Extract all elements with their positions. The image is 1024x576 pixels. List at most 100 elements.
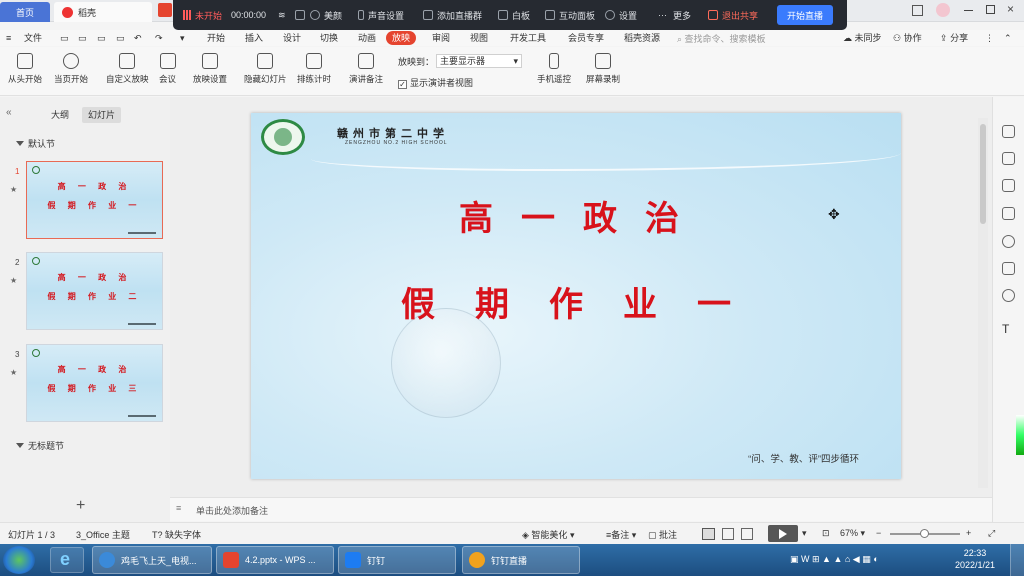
save-icon[interactable]: ▭ — [60, 30, 69, 46]
collapse-panel-icon[interactable]: « — [6, 107, 12, 118]
clock[interactable]: 22:33 2022/1/21 — [950, 547, 1000, 571]
location-icon[interactable] — [1002, 289, 1015, 302]
whiteboard-button[interactable]: 白板 — [498, 0, 530, 30]
add-group-button[interactable]: 添加直播群 — [423, 0, 482, 30]
reading-view-icon[interactable] — [741, 528, 753, 540]
zoom-slider[interactable] — [890, 529, 960, 538]
menu-item-daoke-resources[interactable]: 稻壳资源 — [624, 30, 660, 46]
play-slideshow-button[interactable] — [768, 525, 798, 542]
wps-document-tab-icon[interactable] — [158, 3, 172, 17]
missing-font-button[interactable]: T? 缺失字体 — [152, 528, 201, 541]
zoom-slider-knob[interactable] — [920, 529, 929, 538]
custom-show-button[interactable]: 自定义放映 — [106, 53, 149, 85]
settings-button[interactable]: 设置 — [605, 0, 637, 30]
from-current-button[interactable]: 当页开始 — [54, 53, 88, 85]
collab-button[interactable]: ⚇ 协作 — [893, 30, 922, 46]
more-button[interactable]: ··· 更多 — [658, 0, 691, 30]
meeting-button[interactable]: 会议 — [159, 53, 176, 85]
taskbar-app-wps[interactable]: 4.2.pptx - WPS ... — [216, 546, 334, 574]
normal-view-icon[interactable] — [702, 528, 715, 540]
add-slide-button[interactable]: + — [76, 497, 85, 515]
smart-beautify-button[interactable]: ◈ 智能美化 ▾ — [522, 528, 574, 541]
zoom-out-icon[interactable]: − — [876, 528, 881, 538]
beauty-button[interactable]: 美颜 — [310, 0, 342, 30]
rehearse-button[interactable]: 排练计时 — [297, 53, 331, 85]
camera-icon[interactable] — [295, 0, 309, 30]
phone-remote-button[interactable]: 手机遥控 — [537, 53, 571, 85]
slide-thumbnail-1[interactable]: 高 一 政 治 假 期 作 业 一 — [26, 161, 163, 239]
image-icon[interactable] — [1002, 262, 1015, 275]
rocket-icon[interactable] — [1002, 125, 1015, 138]
menu-item-devtools[interactable]: 开发工具 — [510, 30, 546, 46]
section-default[interactable]: 默认节 — [16, 137, 55, 150]
exit-share-button[interactable]: 退出共享 — [708, 0, 758, 30]
menu-item-review[interactable]: 审阅 — [432, 30, 450, 46]
menu-item-insert[interactable]: 插入 — [245, 30, 263, 46]
scrollbar-thumb[interactable] — [980, 124, 986, 224]
tab-daoke[interactable]: 稻壳 — [54, 2, 152, 22]
notes-area[interactable]: ≡ 单击此处添加备注 — [170, 497, 992, 521]
undo-icon[interactable]: ↶ — [134, 30, 142, 46]
taskbar-app-browser[interactable]: 鸡毛飞上天_电视... — [92, 546, 212, 574]
menu-item-member[interactable]: 会员专享 — [568, 30, 604, 46]
slide-subtitle[interactable]: 假期作业一 — [251, 277, 901, 326]
slide-footer-text[interactable]: “问、学、教、评”四步循环 — [748, 451, 859, 465]
system-tray[interactable]: ▣ W ⊞ ▲ ▲ ⌂ ◀ ▦ ◐ — [790, 554, 879, 565]
notes-toggle[interactable]: ≡备注 ▾ — [606, 528, 636, 541]
grid-view-icon[interactable] — [722, 528, 734, 540]
fit-window-icon[interactable]: ⊡ — [822, 528, 830, 539]
slide-thumbnail-3[interactable]: 高 一 政 治 假 期 作 业 三 — [26, 344, 163, 422]
slide-title[interactable]: 高一政治 — [251, 191, 901, 240]
menu-item-transition[interactable]: 切换 — [320, 30, 338, 46]
zoom-in-icon[interactable]: + — [966, 528, 971, 538]
preview-icon[interactable]: ▭ — [116, 30, 125, 46]
taskbar-app-dingtalk-live[interactable]: 钉钉直播 — [462, 546, 580, 574]
menu-item-home[interactable]: 开始 — [207, 30, 225, 46]
zoom-level[interactable]: 67% ▾ — [840, 528, 865, 539]
sync-status[interactable]: ☁ 未同步 — [843, 30, 882, 46]
export-icon[interactable]: ▭ — [78, 30, 87, 46]
minimize-icon[interactable] — [964, 10, 973, 11]
menu-file[interactable]: 文件 — [24, 30, 42, 46]
from-start-button[interactable]: 从头开始 — [8, 53, 42, 85]
start-button[interactable] — [3, 546, 35, 574]
transition-icon[interactable] — [1002, 207, 1015, 220]
redo-icon[interactable]: ↷ — [155, 30, 163, 46]
presenter-view-checkbox[interactable]: ✓ 显示演讲者视图 — [398, 76, 473, 89]
speaker-notes-button[interactable]: 演讲备注 — [349, 53, 383, 85]
text-icon[interactable]: T — [1002, 322, 1015, 336]
ie-icon[interactable]: e — [50, 547, 84, 573]
show-desktop-button[interactable] — [1010, 544, 1024, 576]
dropdown-icon[interactable]: ▾ — [180, 30, 185, 46]
hide-slide-button[interactable]: 隐藏幻灯片 — [244, 53, 287, 85]
show-settings-button[interactable]: 放映设置 — [193, 53, 227, 85]
collapse-ribbon-icon[interactable]: ⌃ — [1004, 30, 1012, 46]
pin-icon[interactable] — [1002, 179, 1015, 192]
chevron-down-icon[interactable]: ▾ — [802, 528, 807, 539]
help-icon[interactable] — [1002, 235, 1015, 248]
tab-outline[interactable]: 大纲 — [45, 107, 75, 123]
more-menu-icon[interactable]: ⋮ — [985, 30, 994, 46]
close-icon[interactable]: × — [1007, 2, 1014, 16]
tab-slides[interactable]: 幻灯片 — [82, 107, 122, 123]
menu-item-design[interactable]: 设计 — [283, 30, 301, 46]
tab-home[interactable]: 首页 — [0, 2, 50, 22]
restore-icon[interactable] — [986, 5, 995, 14]
search-input[interactable]: ⌕ 查找命令、搜索模板 — [677, 31, 827, 45]
print-icon[interactable]: ▭ — [97, 30, 106, 46]
avatar[interactable] — [936, 3, 950, 17]
menu-item-view[interactable]: 视图 — [470, 30, 488, 46]
layout-icon[interactable] — [912, 5, 923, 16]
menu-item-animation[interactable]: 动画 — [358, 30, 376, 46]
audio-settings-button[interactable]: 声音设置 — [358, 0, 404, 30]
interactive-panel-button[interactable]: 互动面板 — [545, 0, 595, 30]
slide-editor[interactable]: 赣州市第二中学 ZENGZHOU NO.2 HIGH SCHOOL 高一政治 假… — [251, 113, 901, 479]
section-untitled[interactable]: 无标题节 — [16, 439, 64, 452]
menu-icon[interactable]: ≡ — [6, 30, 11, 46]
slide-thumbnail-2[interactable]: 高 一 政 治 假 期 作 业 二 — [26, 252, 163, 330]
screen-record-button[interactable]: 屏幕录制 — [586, 53, 620, 85]
menu-item-slideshow[interactable]: 放映 — [386, 31, 417, 45]
share-button[interactable]: ⇪ 分享 — [940, 30, 968, 46]
start-live-button[interactable]: 开始直播 — [777, 5, 834, 25]
display-to-select[interactable]: 主要显示器 ▾ — [436, 54, 522, 68]
